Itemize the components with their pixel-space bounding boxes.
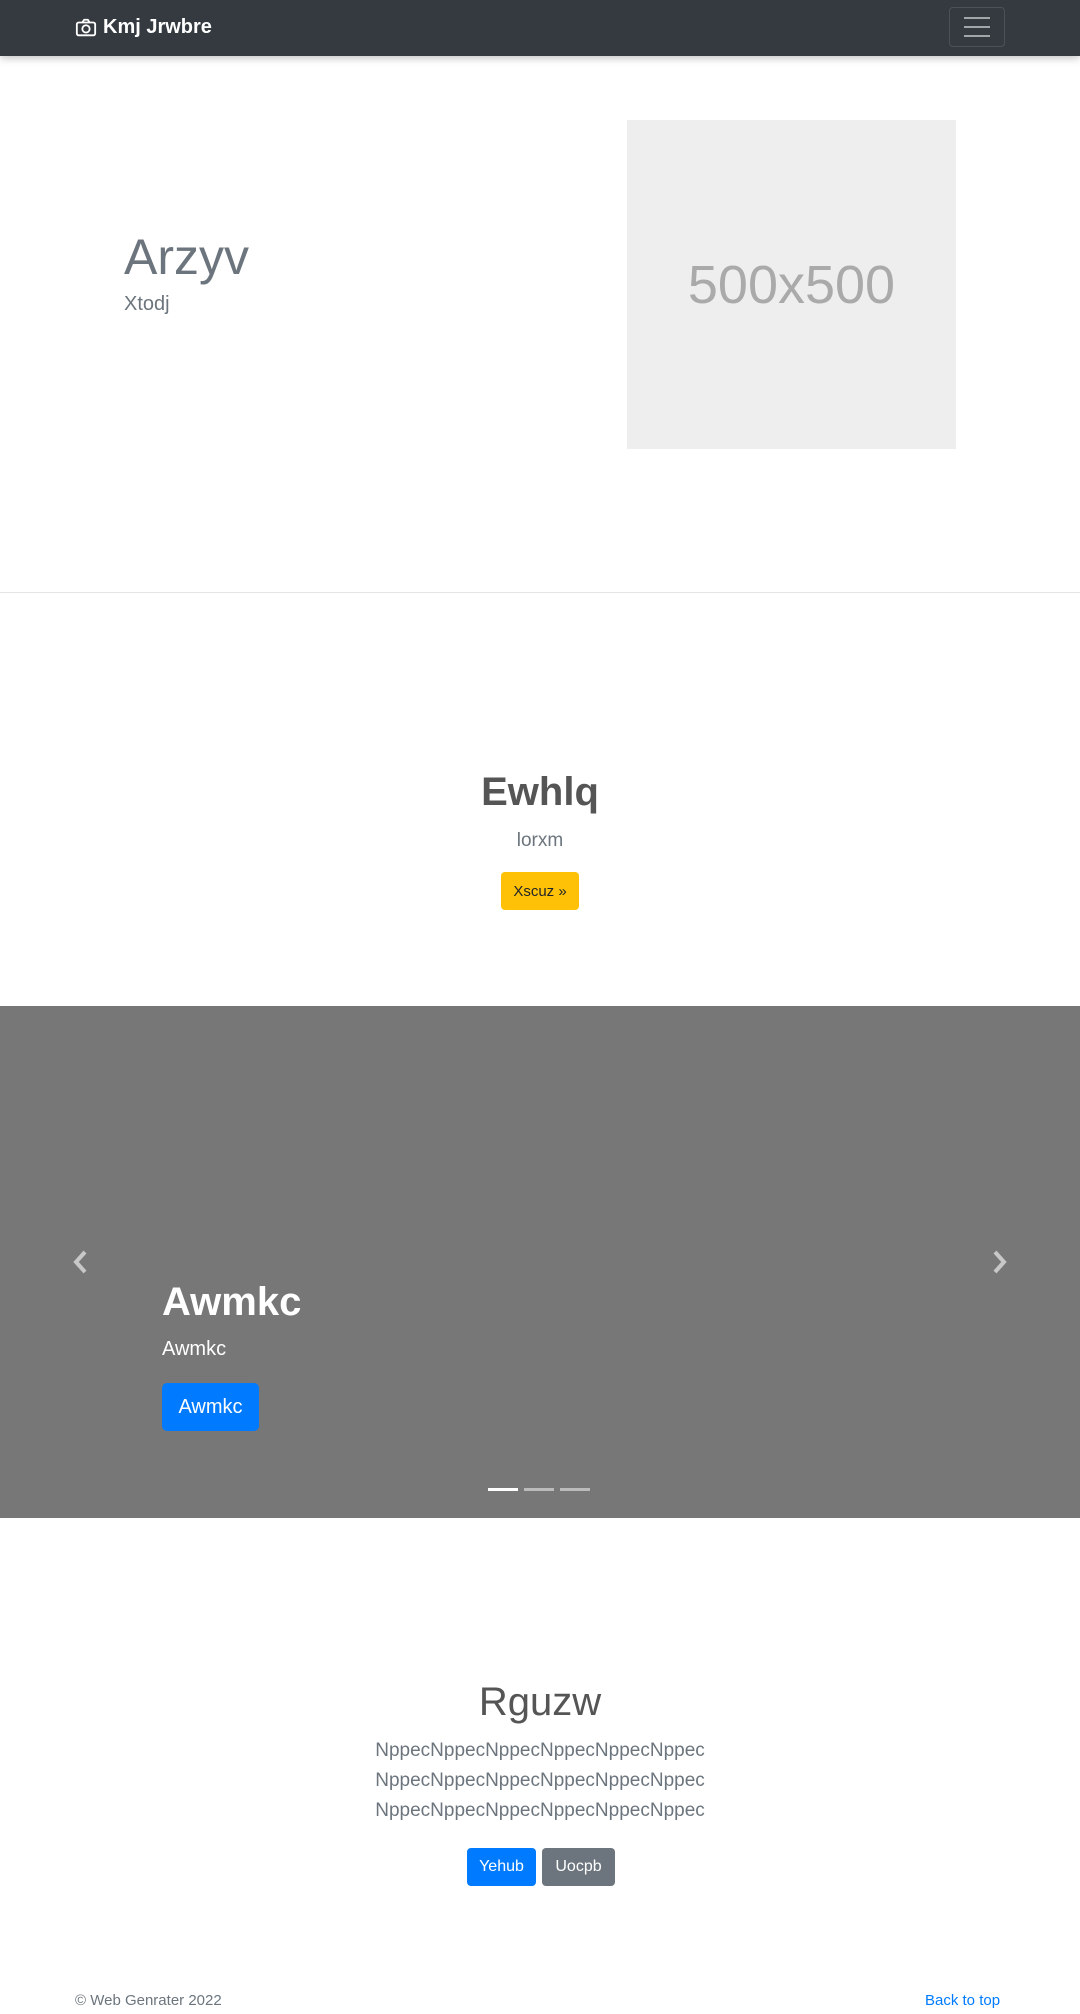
- section4-text-line: NppecNppecNppecNppecNppecNppec: [375, 1770, 705, 1791]
- brand-link[interactable]: Kmj Jrwbre: [75, 16, 212, 39]
- section2-title: Ewhlq: [481, 770, 599, 814]
- footer-copyright: © Web Genrater 2022: [75, 1992, 222, 2009]
- section4-button-row: Yehub Uocpb: [467, 1848, 615, 1886]
- hero-subtitle: Xtodj: [124, 293, 170, 315]
- hamburger-menu-icon: [964, 17, 990, 19]
- carousel-caption-title: Awmkc: [162, 1280, 302, 1324]
- carousel-indicator-2[interactable]: [524, 1488, 554, 1491]
- carousel: Awmkc Awmkc Awmkc: [0, 1006, 1080, 1518]
- hero-placeholder-image: 500x500: [627, 120, 956, 449]
- hero-title: Arzyv: [124, 229, 249, 285]
- carousel-next-button[interactable]: [988, 1246, 1010, 1278]
- carousel-caption-button[interactable]: Awmkc: [162, 1383, 259, 1431]
- section4-primary-button[interactable]: Yehub: [467, 1848, 536, 1886]
- carousel-prev-button[interactable]: [70, 1246, 92, 1278]
- chevron-right-icon: [993, 1250, 1007, 1274]
- carousel-caption-subtitle: Awmkc: [162, 1338, 227, 1360]
- section-divider: [0, 592, 1080, 593]
- placeholder-image-label: 500x500: [687, 254, 896, 315]
- section2-subtitle: lorxm: [516, 830, 564, 851]
- navbar: Kmj Jrwbre: [0, 0, 1080, 56]
- carousel-indicator-1[interactable]: [488, 1488, 518, 1491]
- section4-text-line: NppecNppecNppecNppecNppecNppec: [375, 1800, 705, 1821]
- hamburger-menu-icon: [964, 26, 990, 28]
- chevron-left-icon: [73, 1250, 87, 1274]
- section2-cta-button[interactable]: Xscuz »: [501, 872, 579, 910]
- brand-name: Kmj Jrwbre: [103, 16, 212, 38]
- carousel-indicator-3[interactable]: [560, 1488, 590, 1491]
- carousel-indicators: [488, 1488, 590, 1491]
- section4-secondary-button[interactable]: Uocpb: [542, 1848, 615, 1886]
- section4-text: NppecNppecNppecNppecNppecNppec NppecNppe…: [0, 1736, 1080, 1826]
- section4-text-line: NppecNppecNppecNppecNppecNppec: [375, 1740, 705, 1761]
- camera-icon: [75, 17, 97, 39]
- back-to-top-link[interactable]: Back to top: [925, 1992, 1000, 2009]
- navbar-toggler-button[interactable]: [949, 7, 1005, 47]
- hamburger-menu-icon: [964, 35, 990, 37]
- section4-title: Rguzw: [478, 1680, 602, 1724]
